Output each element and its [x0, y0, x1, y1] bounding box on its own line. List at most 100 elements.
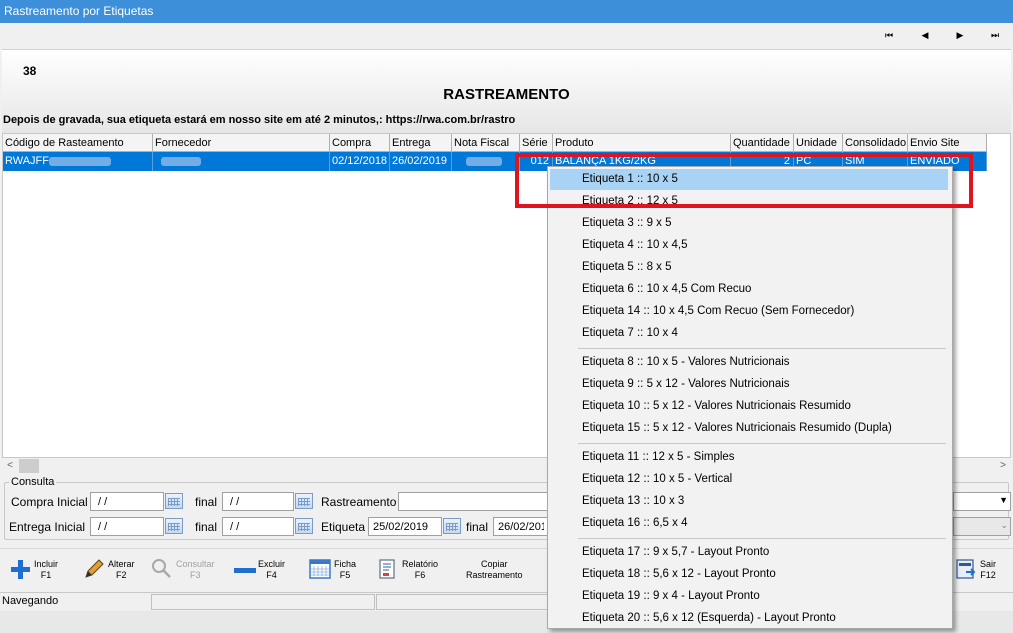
- status-panel-3: [376, 594, 548, 610]
- column-header-unidade[interactable]: Unidade: [794, 134, 843, 152]
- menu-separator: [578, 348, 946, 349]
- compra-final-label: final: [195, 495, 218, 509]
- page-title: RASTREAMENTO: [443, 86, 570, 103]
- redacted-text: [49, 156, 111, 166]
- scroll-thumb[interactable]: [19, 459, 39, 473]
- plus-icon: [11, 560, 30, 579]
- sair-shortcut: F12: [980, 570, 996, 580]
- column-header-entrega[interactable]: Entrega: [390, 134, 452, 152]
- incluir-button[interactable]: Incluir F1: [4, 553, 68, 591]
- next-record-icon[interactable]: ▶: [953, 29, 967, 41]
- cell-fornecedor: [153, 152, 330, 171]
- alterar-button[interactable]: Alterar F2: [78, 553, 142, 591]
- menu-item-etiqueta-15[interactable]: Etiqueta 15 :: 5 x 12 - Valores Nutricio…: [550, 418, 948, 439]
- compra-inicial-field[interactable]: [90, 492, 164, 511]
- excluir-button[interactable]: Excluir F4: [228, 553, 292, 591]
- menu-item-etiqueta-19[interactable]: Etiqueta 19 :: 9 x 4 - Layout Pronto: [550, 586, 948, 607]
- menu-item-etiqueta-8[interactable]: Etiqueta 8 :: 10 x 5 - Valores Nutricion…: [550, 352, 948, 373]
- menu-item-etiqueta-6[interactable]: Etiqueta 6 :: 10 x 4,5 Com Recuo: [550, 279, 948, 300]
- cell-nota-fiscal: [452, 152, 520, 171]
- menu-item-etiqueta-3[interactable]: Etiqueta 3 :: 9 x 5: [550, 213, 948, 234]
- record-navigation: ⏮ ◀ ▶ ⏭: [0, 23, 1013, 49]
- menu-item-etiqueta-4[interactable]: Etiqueta 4 :: 10 x 4,5: [550, 235, 948, 256]
- page-header: 38 RASTREAMENTO Depois de gravada, sua e…: [2, 49, 1011, 133]
- rastreamento-label: Rastreamento: [321, 495, 397, 509]
- record-number: 38: [23, 64, 37, 78]
- menu-item-etiqueta-10[interactable]: Etiqueta 10 :: 5 x 12 - Valores Nutricio…: [550, 396, 948, 417]
- menu-item-etiqueta-13[interactable]: Etiqueta 13 :: 10 x 3: [550, 491, 948, 512]
- minus-icon: [234, 568, 256, 573]
- excluir-shortcut: F4: [266, 570, 277, 580]
- column-header-envio-site[interactable]: Envio Site: [908, 134, 987, 152]
- column-header-nota-fiscal[interactable]: Nota Fiscal: [452, 134, 520, 152]
- menu-separator: [578, 538, 946, 539]
- calendar-icon[interactable]: [443, 518, 461, 534]
- label-context-menu: Etiqueta 1 :: 10 x 5 Etiqueta 2 :: 12 x …: [547, 166, 953, 629]
- menu-item-etiqueta-11[interactable]: Etiqueta 11 :: 12 x 5 - Simples: [550, 447, 948, 468]
- etiqueta-final-field[interactable]: [493, 517, 549, 536]
- ficha-label: Ficha: [334, 559, 357, 569]
- rastreamento-dropdown[interactable]: ▼: [953, 492, 1011, 511]
- status-panel-2: [151, 594, 375, 610]
- etiqueta-label: Etiqueta: [321, 520, 366, 534]
- pencil-icon: [85, 559, 104, 578]
- first-record-icon[interactable]: ⏮: [882, 29, 896, 41]
- relatorio-button[interactable]: Relatório F6: [372, 553, 442, 591]
- menu-item-etiqueta-18[interactable]: Etiqueta 18 :: 5,6 x 12 - Layout Pronto: [550, 564, 948, 585]
- etiqueta-final-label: final: [466, 520, 489, 534]
- entrega-inicial-label: Entrega Inicial: [9, 520, 86, 534]
- chevron-down-icon: ⌄: [1000, 520, 1008, 530]
- redacted-text: [466, 156, 502, 166]
- column-header-codigo[interactable]: Código de Rasteamento: [3, 134, 153, 152]
- menu-separator: [578, 443, 946, 444]
- consultar-button[interactable]: Consultar F3: [146, 553, 216, 591]
- incluir-shortcut: F1: [40, 570, 52, 580]
- column-header-produto[interactable]: Produto: [553, 134, 731, 152]
- copiar-rastreamento-button[interactable]: Copiar Rastreamento: [462, 553, 532, 591]
- previous-record-icon[interactable]: ◀: [918, 29, 932, 41]
- menu-item-etiqueta-5[interactable]: Etiqueta 5 :: 8 x 5: [550, 257, 948, 278]
- calendar-icon[interactable]: [295, 493, 313, 509]
- etiqueta-inicial-field[interactable]: [368, 517, 442, 536]
- sair-button[interactable]: Sair F12: [950, 553, 1010, 591]
- calendar-icon[interactable]: [165, 493, 183, 509]
- magnifier-icon: [152, 559, 171, 578]
- info-message: Depois de gravada, sua etiqueta estará e…: [3, 114, 516, 126]
- menu-item-etiqueta-14[interactable]: Etiqueta 14 :: 10 x 4,5 Com Recuo (Sem F…: [550, 301, 948, 322]
- etiqueta-dropdown[interactable]: ⌄: [953, 517, 1011, 536]
- menu-item-etiqueta-9[interactable]: Etiqueta 9 :: 5 x 12 - Valores Nutricion…: [550, 374, 948, 395]
- entrega-inicial-field[interactable]: [90, 517, 164, 536]
- menu-item-etiqueta-20[interactable]: Etiqueta 20 :: 5,6 x 12 (Esquerda) - Lay…: [550, 608, 948, 629]
- ficha-button[interactable]: Ficha F5: [304, 553, 368, 591]
- calendar-icon[interactable]: [295, 518, 313, 534]
- last-record-icon[interactable]: ⏭: [988, 29, 1002, 41]
- cell-entrega: 26/02/2019: [390, 152, 452, 171]
- column-header-fornecedor[interactable]: Fornecedor: [153, 134, 330, 152]
- report-icon: [379, 559, 395, 579]
- menu-item-etiqueta-7[interactable]: Etiqueta 7 :: 10 x 4: [550, 323, 948, 344]
- scroll-left-icon[interactable]: <: [2, 458, 18, 474]
- excluir-label: Excluir: [258, 559, 286, 569]
- compra-final-field[interactable]: [222, 492, 294, 511]
- menu-item-etiqueta-17[interactable]: Etiqueta 17 :: 9 x 5,7 - Layout Pronto: [550, 542, 948, 563]
- rastreamento-sublabel: Rastreamento: [466, 570, 523, 580]
- consulta-legend: Consulta: [9, 476, 57, 488]
- relatorio-shortcut: F6: [414, 570, 426, 580]
- scroll-right-icon[interactable]: >: [995, 458, 1011, 474]
- alterar-label: Alterar: [108, 559, 135, 569]
- compra-inicial-label: Compra Inicial: [11, 495, 88, 509]
- column-header-compra[interactable]: Compra: [330, 134, 390, 152]
- rastreamento-field[interactable]: [398, 492, 548, 511]
- consultar-shortcut: F3: [190, 570, 201, 580]
- calendar-icon[interactable]: [165, 518, 183, 534]
- menu-item-etiqueta-12[interactable]: Etiqueta 12 :: 10 x 5 - Vertical: [550, 469, 948, 490]
- relatorio-label: Relatório: [402, 559, 439, 569]
- column-header-quantidade[interactable]: Quantidade: [731, 134, 794, 152]
- redacted-text: [161, 156, 201, 166]
- column-header-consolidado[interactable]: Consolidado: [843, 134, 908, 152]
- column-header-serie[interactable]: Série: [520, 134, 553, 152]
- cell-compra: 02/12/2018: [330, 152, 390, 171]
- menu-item-etiqueta-16[interactable]: Etiqueta 16 :: 6,5 x 4: [550, 513, 948, 534]
- status-text: Navegando: [2, 595, 59, 607]
- entrega-final-field[interactable]: [222, 517, 294, 536]
